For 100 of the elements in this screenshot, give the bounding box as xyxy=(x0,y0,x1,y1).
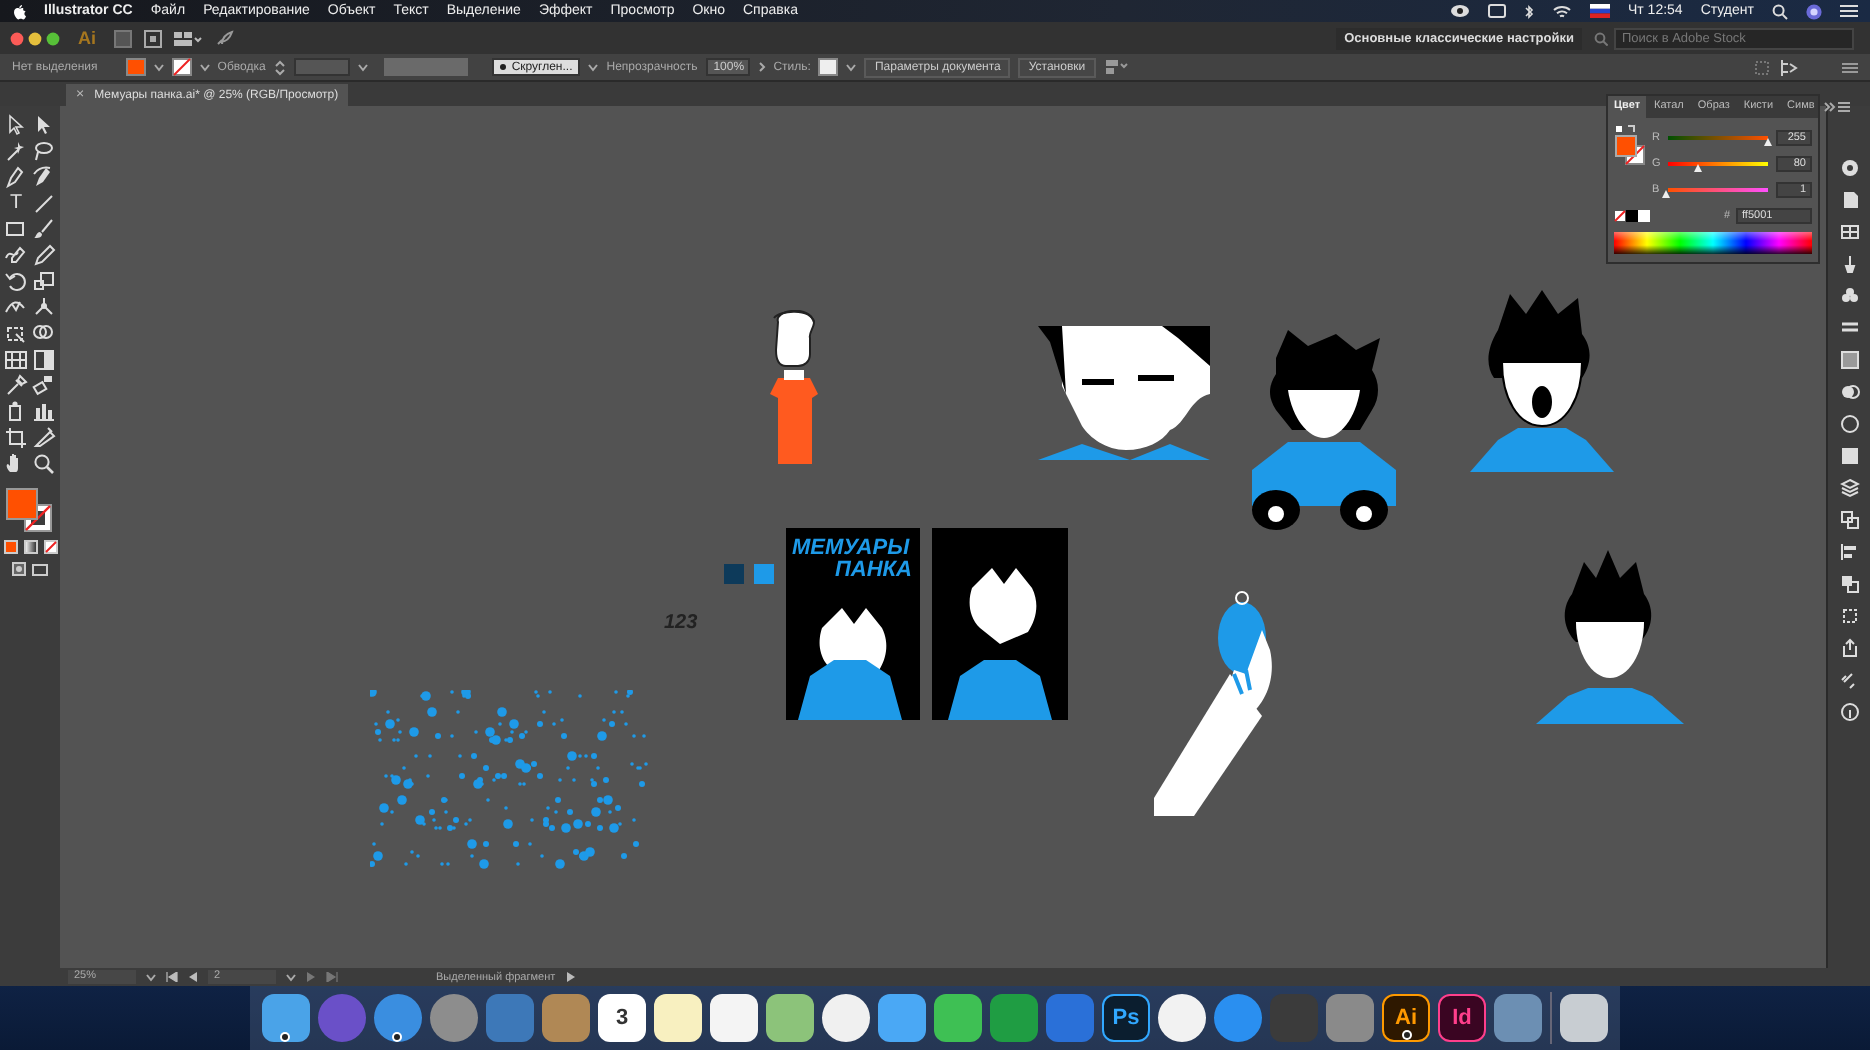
layout-grid-icon[interactable] xyxy=(174,29,202,47)
variable-width-field[interactable] xyxy=(383,58,468,76)
app-icon[interactable]: Ps xyxy=(1102,994,1150,1042)
graphic-styles-icon[interactable] xyxy=(1839,446,1859,466)
caret-icon[interactable] xyxy=(846,63,857,71)
appearance-icon[interactable] xyxy=(1839,414,1859,434)
lasso-icon[interactable] xyxy=(32,140,56,164)
eye-icon[interactable] xyxy=(1449,4,1470,18)
rectangle-icon[interactable] xyxy=(4,218,28,242)
align-icon[interactable] xyxy=(1103,58,1128,76)
artboards-icon[interactable] xyxy=(1839,510,1859,530)
first-artboard-icon[interactable] xyxy=(166,972,178,982)
gradient-mode-icon[interactable] xyxy=(23,540,37,554)
slider-thumb[interactable] xyxy=(1662,189,1671,197)
default-swatches-icon[interactable] xyxy=(1614,210,1650,222)
color-spectrum[interactable] xyxy=(1614,232,1812,254)
style-swatch[interactable] xyxy=(818,58,839,76)
gradient-square-icon[interactable] xyxy=(1839,350,1859,370)
trash-icon[interactable] xyxy=(1560,994,1608,1042)
isolate-icon[interactable] xyxy=(1778,57,1798,77)
search-icon[interactable] xyxy=(1772,3,1788,19)
next-artboard-icon[interactable] xyxy=(306,972,316,982)
artboard-tool-icon[interactable] xyxy=(4,426,28,450)
stroke-lines-icon[interactable] xyxy=(1839,318,1859,338)
line-segment-icon[interactable] xyxy=(32,192,56,216)
last-artboard-icon[interactable] xyxy=(326,972,338,982)
panel-menu-icon[interactable] xyxy=(1838,102,1851,112)
pen-icon[interactable] xyxy=(4,166,28,190)
app-icon[interactable] xyxy=(766,994,814,1042)
selection-arrow-icon[interactable] xyxy=(4,114,28,138)
traffic-lights-icon[interactable] xyxy=(10,31,60,45)
apple-icon[interactable] xyxy=(12,3,26,19)
app-icon[interactable] xyxy=(374,994,422,1042)
paintbrush-icon[interactable] xyxy=(32,218,56,242)
pencil-icon[interactable] xyxy=(32,244,56,268)
stepper-icon[interactable] xyxy=(273,59,286,75)
wifi-icon[interactable] xyxy=(1551,3,1572,19)
screen-mode-icon[interactable] xyxy=(32,562,48,576)
curvature-pen-icon[interactable] xyxy=(32,166,56,190)
chevron-icon[interactable] xyxy=(757,62,766,72)
app-icon[interactable] xyxy=(654,994,702,1042)
app-icon[interactable] xyxy=(1158,994,1206,1042)
display-icon[interactable] xyxy=(1487,4,1506,18)
calendar-app-icon[interactable]: 3 xyxy=(598,994,646,1042)
transparency-icon[interactable] xyxy=(1839,382,1859,402)
app-icon[interactable] xyxy=(710,994,758,1042)
pathfinder-icon[interactable] xyxy=(1839,574,1859,594)
club-icon[interactable] xyxy=(1839,286,1859,306)
zoom-icon[interactable] xyxy=(32,452,56,476)
color-mode-icon[interactable] xyxy=(3,540,17,554)
caret-icon[interactable] xyxy=(146,973,156,981)
stroke-weight-field[interactable] xyxy=(293,58,350,76)
app-icon[interactable] xyxy=(822,994,870,1042)
bluetooth-icon[interactable] xyxy=(1523,3,1534,19)
fill-swatch[interactable] xyxy=(125,58,146,76)
info-icon[interactable] xyxy=(1839,702,1859,722)
app-icon[interactable] xyxy=(878,994,926,1042)
transform-icon[interactable] xyxy=(1839,606,1859,626)
bar-chart-icon[interactable] xyxy=(32,400,56,424)
previous-artboard-icon[interactable] xyxy=(188,972,198,982)
align-icon[interactable] xyxy=(1839,542,1859,562)
blend-icon[interactable] xyxy=(32,374,56,398)
fill-swatch[interactable] xyxy=(6,488,38,520)
color-wheel-icon[interactable] xyxy=(1839,158,1859,178)
caret-icon[interactable] xyxy=(286,973,296,981)
page-icon[interactable] xyxy=(1839,190,1859,210)
stroke-none-swatch[interactable] xyxy=(171,58,192,76)
magic-wand-icon[interactable] xyxy=(4,140,28,164)
expand-icon[interactable] xyxy=(1824,102,1837,112)
perspective-grid-icon[interactable] xyxy=(4,348,28,372)
panel-menu-icon[interactable] xyxy=(1842,61,1858,73)
caret-icon[interactable] xyxy=(357,63,368,71)
app-icon[interactable]: Id xyxy=(1438,994,1486,1042)
scale-icon[interactable] xyxy=(32,270,56,294)
list-icon[interactable] xyxy=(1840,4,1858,18)
caret-icon[interactable] xyxy=(199,63,210,71)
app-icon[interactable] xyxy=(262,994,310,1042)
caret-icon[interactable] xyxy=(588,63,599,71)
caret-icon[interactable] xyxy=(153,63,164,71)
none-mode-icon[interactable] xyxy=(43,540,57,554)
fill-stroke-swatches[interactable] xyxy=(1614,124,1646,168)
brush-icon[interactable] xyxy=(1839,254,1859,274)
slice-icon[interactable] xyxy=(32,426,56,450)
free-transform-icon[interactable] xyxy=(4,322,28,346)
layers-icon[interactable] xyxy=(1839,478,1859,498)
app-icon[interactable]: Ai xyxy=(1382,994,1430,1042)
siri-icon[interactable] xyxy=(1806,3,1822,19)
type-tool[interactable]: T xyxy=(4,192,28,216)
export-icon[interactable] xyxy=(1839,638,1859,658)
draw-normal-icon[interactable] xyxy=(12,562,26,576)
play-icon[interactable] xyxy=(566,972,576,982)
gradient-icon[interactable] xyxy=(32,348,56,372)
flag-icon[interactable] xyxy=(1589,4,1610,18)
shaper-icon[interactable] xyxy=(4,244,28,268)
slider-thumb[interactable] xyxy=(1694,163,1703,171)
app-icon[interactable] xyxy=(934,994,982,1042)
rotate-icon[interactable] xyxy=(4,270,28,294)
poster-title: МЕМУАРЫ xyxy=(792,536,910,560)
puppet-warp-icon[interactable] xyxy=(32,296,56,320)
swatches-grid-icon[interactable] xyxy=(1839,222,1859,242)
